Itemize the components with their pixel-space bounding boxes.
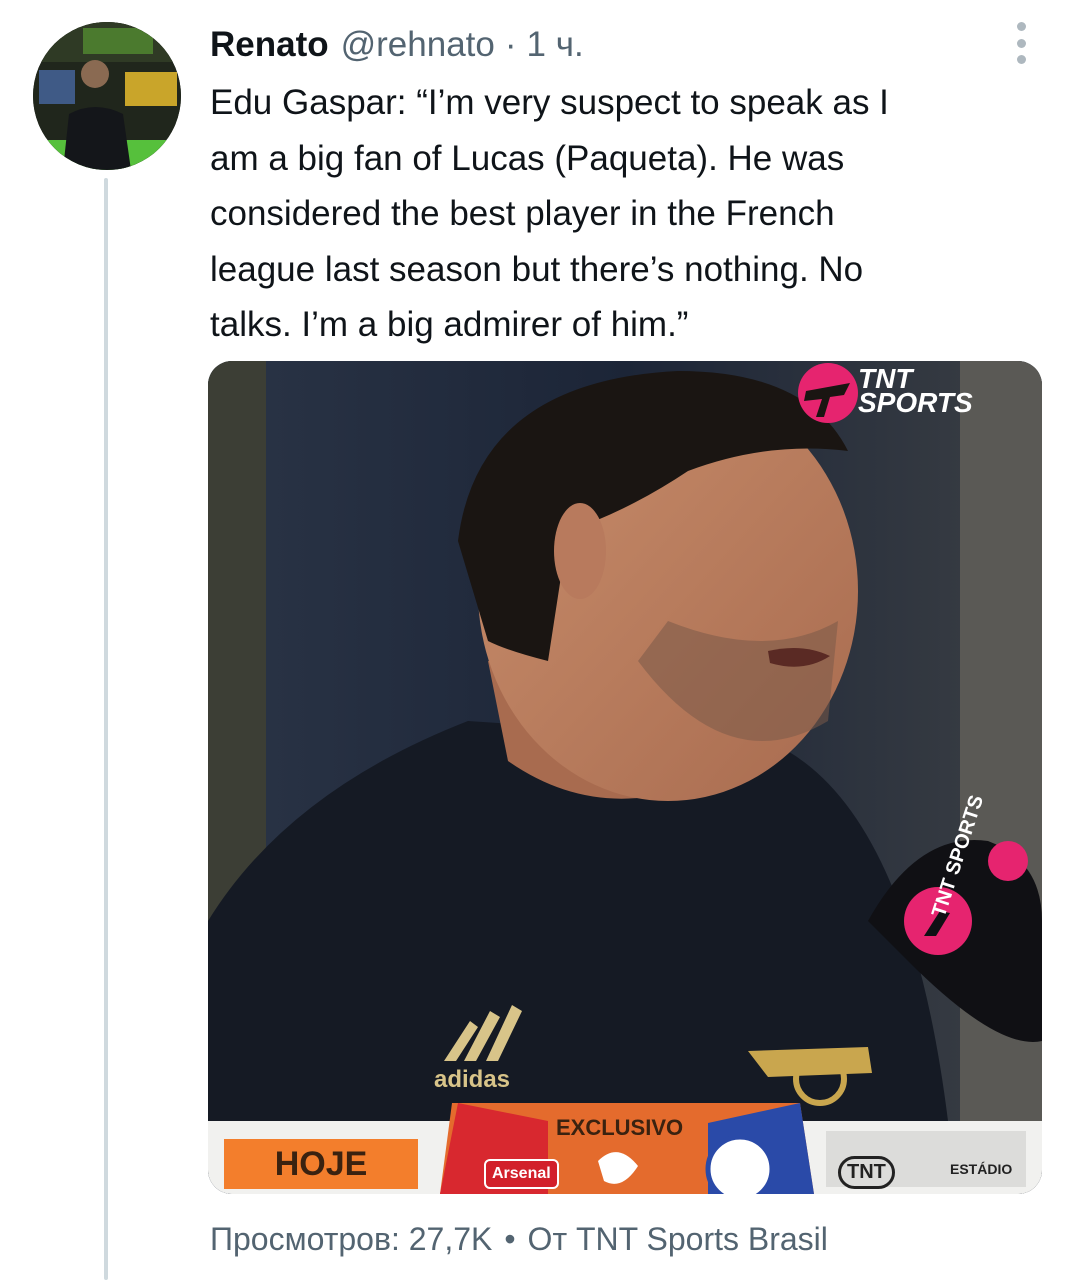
author-handle[interactable]: @rehnato <box>341 22 495 68</box>
more-vertical-icon[interactable] <box>1008 22 1034 64</box>
avatar-image <box>33 22 181 170</box>
tnt-channel-logo: TNT <box>838 1156 895 1189</box>
author-name[interactable]: Renato <box>210 22 329 68</box>
tweet-text-line: league last season but there’s nothing. … <box>210 249 864 289</box>
tweet-footer: Просмотров: 27,7K • От TNT Sports Brasil <box>210 1214 828 1264</box>
tweet-text-line: considered the best player in the French <box>210 194 835 233</box>
banner-hoje: HOJE <box>224 1139 418 1189</box>
tweet-text-line: talks. I’m a big admirer of him.” <box>210 305 689 344</box>
arsenal-badge: Arsenal <box>484 1159 559 1189</box>
media-photo <box>208 361 1042 1194</box>
views-count: Просмотров: 27,7K <box>210 1221 493 1257</box>
banner-exclusivo: EXCLUSIVO <box>556 1115 684 1140</box>
tnt-sports-logo: TNT SPORTS <box>858 365 973 418</box>
tnt-logo-line2: SPORTS <box>858 387 973 418</box>
thread-line <box>104 178 108 1280</box>
estadio-logo: ESTÁDIO <box>950 1161 1013 1177</box>
tweet-time[interactable]: 1 ч. <box>527 22 584 68</box>
tweet-text-line: am a big fan of Lucas (Paqueta). He was <box>210 138 845 178</box>
avatar[interactable] <box>33 22 181 170</box>
adidas-logo: adidas <box>434 1066 511 1093</box>
tweet-header: Renato @rehnato · 1 ч. <box>210 22 584 68</box>
header-separator: · <box>504 25 517 64</box>
footer-bullet: • <box>504 1221 516 1257</box>
tweet-text-line: Edu Gaspar: “I’m very suspect to speak a… <box>210 83 889 122</box>
tweet-text: Edu Gaspar: “I’m very suspect to speak a… <box>210 75 1040 353</box>
source-link[interactable]: От TNT Sports Brasil <box>528 1221 828 1257</box>
tweet-media[interactable]: TNT SPORTS adidas TNT SPORTS HOJE EXCLUS… <box>208 361 1042 1194</box>
